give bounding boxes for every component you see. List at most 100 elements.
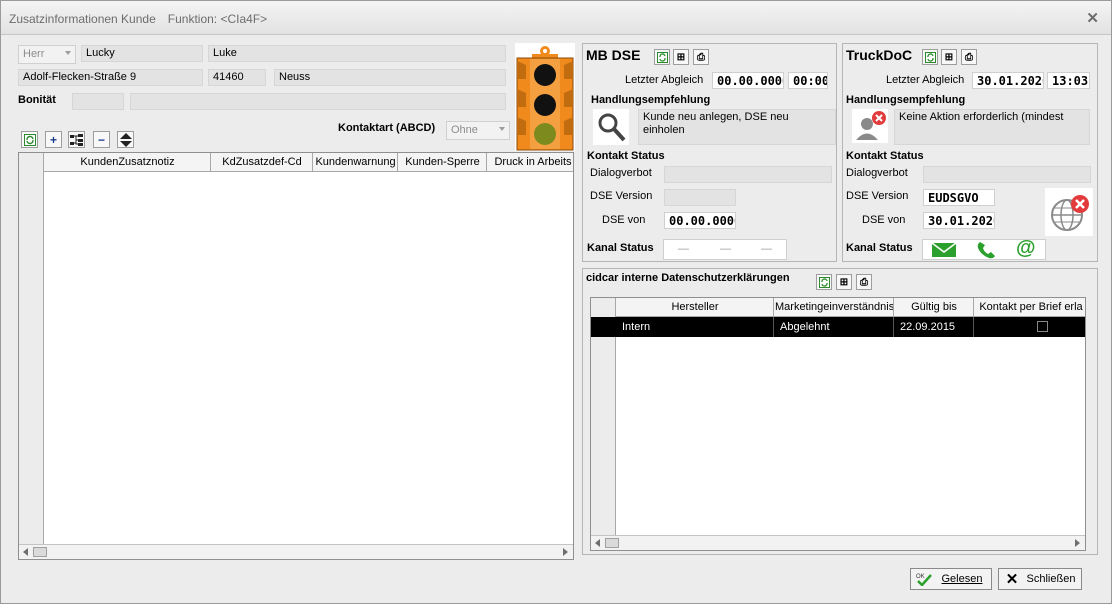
- traffic-light-icon: [515, 43, 575, 151]
- horizontal-scrollbar[interactable]: [19, 544, 573, 559]
- bonitaet-code-field[interactable]: [72, 93, 124, 110]
- bonitaet-text-field[interactable]: [130, 93, 506, 110]
- kunden-zusatz-grid[interactable]: KundenZusatznotiz KdZusatzdef-Cd Kundenw…: [18, 152, 574, 560]
- tree-button[interactable]: [68, 131, 85, 148]
- city-field[interactable]: Neuss: [274, 69, 506, 86]
- mb-tree-button[interactable]: ⊞: [673, 49, 689, 65]
- mb-kontakt-status-label: Kontakt Status: [587, 150, 665, 162]
- scroll-thumb[interactable]: [605, 538, 619, 548]
- hersteller-cell: Intern: [617, 317, 774, 337]
- mb-dse-von-label: DSE von: [602, 214, 646, 226]
- refresh-icon: [924, 51, 936, 63]
- refresh-button[interactable]: [21, 131, 38, 148]
- cidcar-refresh-button[interactable]: [816, 274, 832, 290]
- printer-icon: ⎙: [860, 276, 868, 288]
- truckdoc-letzter-abgleich-label: Letzter Abgleich: [886, 74, 965, 86]
- horizontal-scrollbar[interactable]: [591, 535, 1085, 550]
- salutation-select[interactable]: Herr: [18, 45, 76, 64]
- minus-icon: −: [97, 132, 105, 147]
- truckdoc-dse-version-field: EUDSGVO: [923, 189, 995, 206]
- sort-arrows-icon: [119, 132, 132, 147]
- globe-error-icon: [1045, 188, 1093, 236]
- truckdoc-dse-version-label: DSE Version: [846, 190, 909, 202]
- svg-text:OK: OK: [916, 574, 925, 580]
- column-header[interactable]: Kontakt per Brief erla: [975, 298, 1085, 317]
- kontaktart-select[interactable]: Ohne: [446, 121, 510, 140]
- cidcar-title: cidcar interne Datenschutzerklärungen: [586, 272, 790, 284]
- mb-dse-version-label: DSE Version: [590, 190, 653, 202]
- scroll-right-icon[interactable]: [563, 548, 568, 556]
- column-header[interactable]: KundenZusatznotiz: [45, 153, 211, 172]
- column-header[interactable]: Marketingeinverständnis: [775, 298, 894, 317]
- close-icon: ✕: [1005, 571, 1019, 588]
- scroll-thumb[interactable]: [33, 547, 47, 557]
- gueltig-bis-cell: 22.09.2015: [895, 317, 974, 337]
- zip-field[interactable]: 41460: [208, 69, 266, 86]
- schliessen-label: Schließen: [1026, 573, 1076, 585]
- mb-kanal-email-status: —: [761, 243, 772, 255]
- column-header[interactable]: Kunden-Sperre: [399, 153, 487, 172]
- dialog-window: Zusatzinformationen Kunde Funktion: <CIa4…: [0, 0, 1112, 604]
- cidcar-print-button[interactable]: ⎙: [856, 274, 872, 290]
- mail-icon: [931, 242, 957, 257]
- phone-icon: [977, 242, 995, 259]
- mb-dse-title: MB DSE: [586, 47, 641, 63]
- letzter-abgleich-label: Letzter Abgleich: [625, 74, 704, 86]
- at-icon: @: [1016, 237, 1036, 259]
- mb-dse-version-field: [664, 189, 736, 206]
- mb-print-button[interactable]: ⎙: [693, 49, 709, 65]
- truckdoc-kontakt-status-label: Kontakt Status: [846, 150, 924, 162]
- mb-handlungsempfehlung-label: Handlungsempfehlung: [591, 94, 711, 106]
- close-icon[interactable]: ✕: [1086, 9, 1099, 27]
- sort-button[interactable]: [117, 131, 134, 148]
- tree-icon: ⊞: [839, 276, 849, 288]
- truckdoc-dse-von-label: DSE von: [862, 214, 906, 226]
- street-field[interactable]: Adolf-Flecken-Straße 9: [18, 69, 203, 86]
- truckdoc-print-button[interactable]: ⎙: [961, 49, 977, 65]
- printer-icon: ⎙: [965, 51, 973, 63]
- mb-handlungsempfehlung-text: Kunde neu anlegen, DSE neu einholen: [638, 109, 836, 145]
- cidcar-grid[interactable]: Hersteller Marketingeinverständnis Gülti…: [590, 297, 1086, 551]
- mb-dse-von-field: 00.00.0000: [664, 212, 736, 229]
- truckdoc-tree-button[interactable]: ⊞: [941, 49, 957, 65]
- kontakt-brief-checkbox[interactable]: [1037, 321, 1048, 332]
- truckdoc-abgleich-time: 13:03: [1047, 72, 1090, 89]
- truckdoc-refresh-button[interactable]: [922, 49, 938, 65]
- bonitaet-label: Bonität: [18, 94, 56, 106]
- mb-kanal-status-label: Kanal Status: [587, 242, 654, 254]
- add-button[interactable]: +: [45, 131, 62, 148]
- mb-dialogverbot-field: [664, 166, 832, 183]
- truckdoc-dse-von-field: 30.01.2026: [923, 212, 995, 229]
- title-bar: Zusatzinformationen Kunde Funktion: <CIa4…: [1, 1, 1111, 35]
- scroll-right-icon[interactable]: [1075, 539, 1080, 547]
- truckdoc-title: TruckDoC: [846, 47, 913, 63]
- column-header[interactable]: Hersteller: [617, 298, 774, 317]
- cidcar-tree-button[interactable]: ⊞: [836, 274, 852, 290]
- window-title: Zusatzinformationen Kunde Funktion: <CIa4…: [9, 12, 268, 26]
- scroll-left-icon[interactable]: [595, 539, 600, 547]
- tree-icon: ⊞: [944, 51, 954, 63]
- truckdoc-dialogverbot-label: Dialogverbot: [846, 167, 908, 179]
- schliessen-button[interactable]: ✕ Schließen: [998, 568, 1082, 590]
- kontaktart-label: Kontaktart (ABCD): [338, 122, 436, 134]
- mb-kanal-phone-status: —: [720, 243, 731, 255]
- column-header[interactable]: Druck in Arbeits: [488, 153, 573, 172]
- column-header[interactable]: Kundenwarnung: [314, 153, 398, 172]
- magnifier-icon: [593, 109, 629, 145]
- first-name-field[interactable]: Lucky: [81, 45, 203, 62]
- mb-refresh-button[interactable]: [654, 49, 670, 65]
- gelesen-button[interactable]: OK Gelesen: [910, 568, 992, 590]
- column-header[interactable]: Gültig bis: [895, 298, 974, 317]
- column-header[interactable]: KdZusatzdef-Cd: [212, 153, 313, 172]
- mb-abgleich-time: 00:00: [788, 72, 828, 89]
- remove-button[interactable]: −: [93, 131, 110, 148]
- row-selector-column: [19, 153, 44, 559]
- gelesen-label: Gelesen: [941, 573, 983, 585]
- scroll-left-icon[interactable]: [23, 548, 28, 556]
- mb-abgleich-date: 00.00.0000: [712, 72, 784, 89]
- mb-kanal-mail-status: —: [678, 243, 689, 255]
- last-name-field[interactable]: Luke: [208, 45, 506, 62]
- table-row[interactable]: Intern Abgelehnt 22.09.2015: [591, 317, 1085, 337]
- mb-dialogverbot-label: Dialogverbot: [590, 167, 652, 179]
- truckdoc-dialogverbot-field: [923, 166, 1091, 183]
